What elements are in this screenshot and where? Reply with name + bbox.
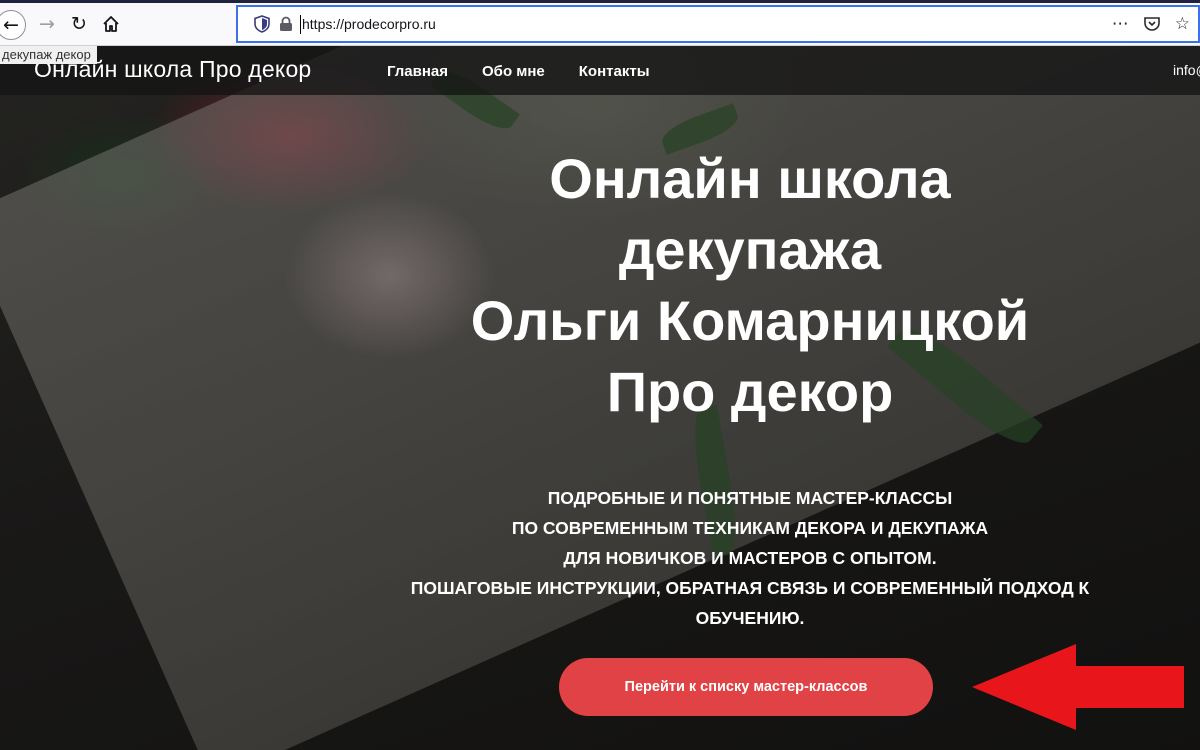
forward-arrow-icon[interactable]: →: [33, 10, 61, 38]
nav-link-about[interactable]: Обо мне: [482, 63, 545, 80]
hero-subtitle-line: ПО СОВРЕМЕННЫМ ТЕХНИКАМ ДЕКОРА И ДЕКУПАЖ…: [511, 518, 989, 538]
hero-title-line: декупажа: [618, 218, 882, 281]
back-arrow-icon[interactable]: ←: [0, 10, 26, 40]
browser-toolbar: ← → ↻ https://prodecorpro.ru ⋯ ☆: [0, 0, 1200, 46]
tab-tooltip: декупаж декор: [0, 46, 97, 64]
annotation-arrow-icon: [972, 644, 1184, 730]
nav-link-contacts[interactable]: Контакты: [579, 63, 650, 80]
nav-link-home[interactable]: Главная: [387, 63, 448, 80]
reload-icon[interactable]: ↻: [65, 10, 93, 38]
site-nav: Главная Обо мне Контакты: [387, 63, 650, 80]
hero-subtitle-line: ПОШАГОВЫЕ ИНСТРУКЦИИ, ОБРАТНАЯ СВЯЗЬ И С…: [410, 578, 1090, 598]
url-actions: ⋯ ☆: [1112, 13, 1190, 35]
text-caret: [300, 15, 301, 34]
hero-title-line: Ольги Комарницкой: [470, 289, 1030, 352]
home-icon[interactable]: [97, 10, 125, 38]
hero-subtitle-line: ОБУЧЕНИЮ.: [695, 608, 805, 628]
pocket-icon[interactable]: [1143, 15, 1161, 33]
star-icon[interactable]: ☆: [1175, 13, 1190, 35]
more-icon[interactable]: ⋯: [1112, 13, 1129, 35]
shield-icon[interactable]: [254, 15, 270, 33]
hero-subtitle: ПОДРОБНЫЕ И ПОНЯТНЫЕ МАСТЕР-КЛАССЫ ПО СО…: [340, 483, 1160, 633]
header-email[interactable]: info@: [1173, 62, 1200, 78]
hero-subtitle-line: ПОДРОБНЫЕ И ПОНЯТНЫЕ МАСТЕР-КЛАССЫ: [547, 488, 953, 508]
tab-strip-edge: [0, 0, 1200, 3]
master-classes-button[interactable]: Перейти к списку мастер-классов: [559, 658, 933, 716]
lock-icon[interactable]: [279, 16, 293, 32]
hero-title: Онлайн школа декупажа Ольги Комарницкой …: [390, 143, 1110, 427]
hero-subtitle-line: ДЛЯ НОВИЧКОВ И МАСТЕРОВ С ОПЫТОМ.: [563, 548, 937, 568]
url-text[interactable]: https://prodecorpro.ru: [302, 16, 436, 32]
hero-title-line: Про декор: [606, 360, 894, 423]
hero-title-line: Онлайн школа: [549, 147, 951, 210]
web-page: Онлайн школа Про декор Главная Обо мне К…: [0, 46, 1200, 750]
address-bar[interactable]: https://prodecorpro.ru ⋯ ☆: [236, 5, 1200, 43]
site-header: Онлайн школа Про декор Главная Обо мне К…: [0, 46, 1200, 95]
